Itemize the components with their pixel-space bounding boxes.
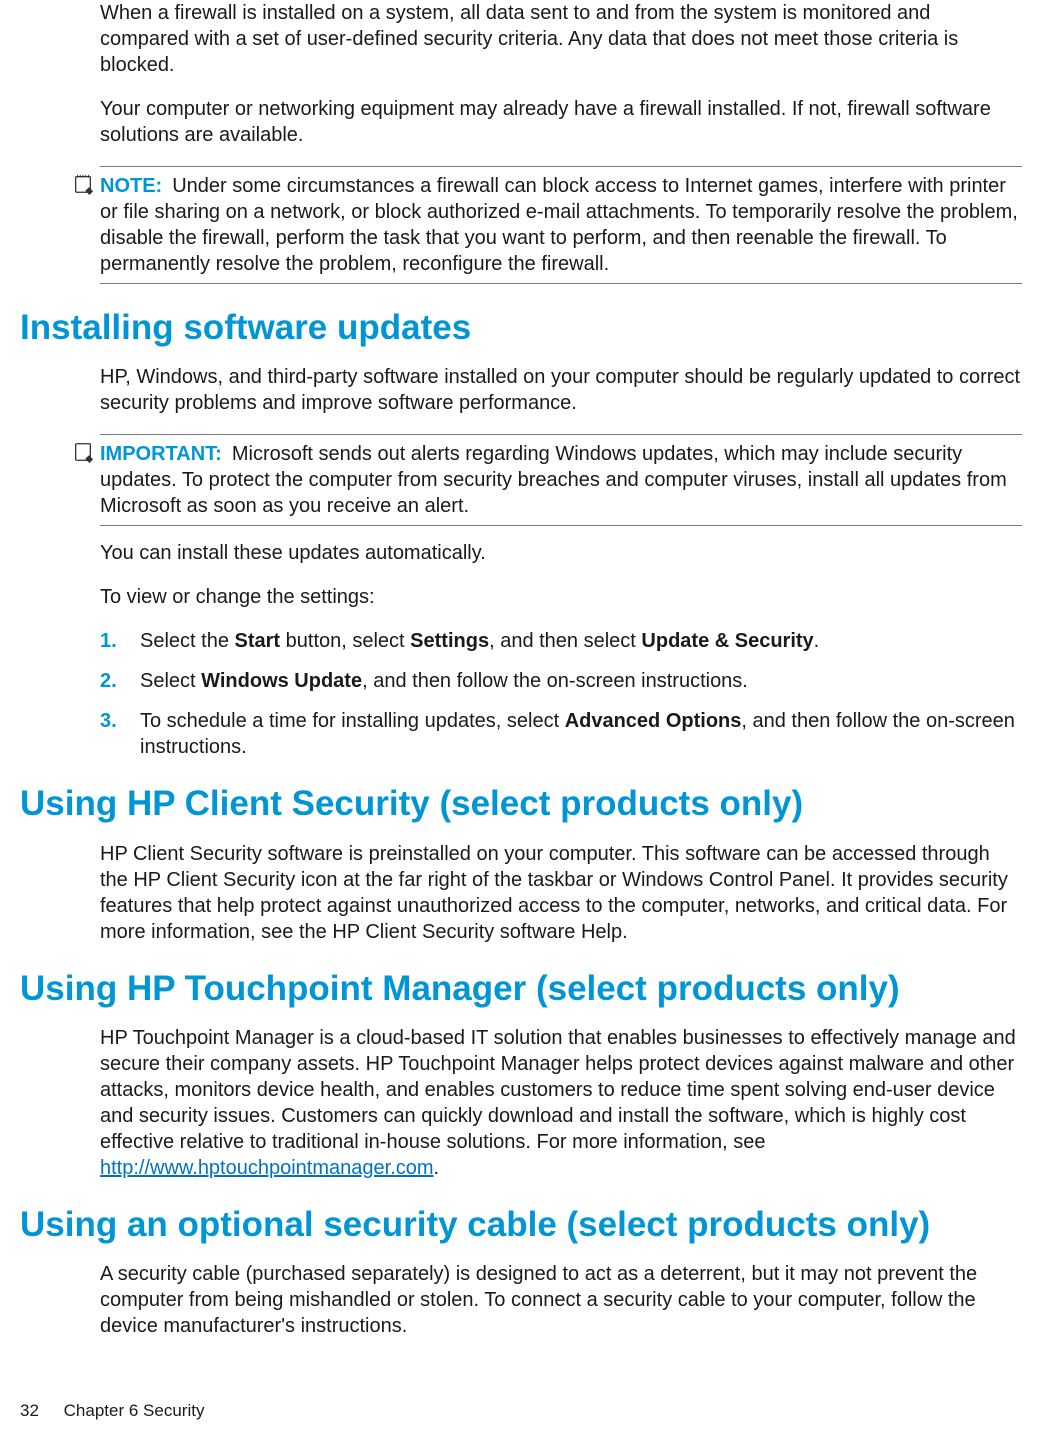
chapter-label: Chapter 6 Security (64, 1401, 205, 1420)
step-2: 2. Select Windows Update, and then follo… (100, 668, 1022, 694)
step-1: 1. Select the Start button, select Setti… (100, 628, 1022, 654)
note-label: NOTE: (100, 175, 162, 197)
heading-hp-touchpoint: Using HP Touchpoint Manager (select prod… (20, 969, 1022, 1009)
page-footer: 32 Chapter 6 Security (20, 1400, 204, 1422)
note-icon (72, 173, 94, 195)
bold-start: Start (235, 630, 281, 652)
important-icon (72, 441, 94, 463)
page-number: 32 (20, 1401, 39, 1420)
para-firewall-1: When a firewall is installed on a system… (100, 0, 1022, 78)
note-callout: NOTE:Under some circumstances a firewall… (100, 166, 1022, 284)
step-number: 1. (100, 628, 117, 654)
bold-advanced-options: Advanced Options (565, 710, 742, 732)
step-3: 3. To schedule a time for installing upd… (100, 708, 1022, 760)
para-firewall-2: Your computer or networking equipment ma… (100, 96, 1022, 148)
para-updates-1: HP, Windows, and third-party software in… (100, 364, 1022, 416)
bold-windows-update: Windows Update (201, 670, 362, 692)
steps-list: 1. Select the Start button, select Setti… (100, 628, 1022, 760)
heading-installing-updates: Installing software updates (20, 308, 1022, 348)
heading-hp-client-security: Using HP Client Security (select product… (20, 784, 1022, 824)
step-number: 2. (100, 668, 117, 694)
para-touchpoint-1: HP Touchpoint Manager is a cloud-based I… (100, 1025, 1022, 1181)
para-updates-2: You can install these updates automatica… (100, 540, 1022, 566)
step-text: Select the (140, 630, 235, 652)
important-label: IMPORTANT: (100, 443, 222, 465)
important-callout: IMPORTANT:Microsoft sends out alerts reg… (100, 434, 1022, 526)
para-cable-1: A security cable (purchased separately) … (100, 1261, 1022, 1339)
note-text: Under some circumstances a firewall can … (100, 175, 1018, 275)
para-client-1: HP Client Security software is preinstal… (100, 841, 1022, 945)
bold-settings: Settings (410, 630, 489, 652)
para-updates-3: To view or change the settings: (100, 584, 1022, 610)
step-number: 3. (100, 708, 117, 734)
touchpoint-link[interactable]: http://www.hptouchpointmanager.com (100, 1157, 434, 1179)
important-text: Microsoft sends out alerts regarding Win… (100, 443, 1007, 517)
bold-update-security: Update & Security (641, 630, 813, 652)
heading-security-cable: Using an optional security cable (select… (20, 1205, 1022, 1245)
